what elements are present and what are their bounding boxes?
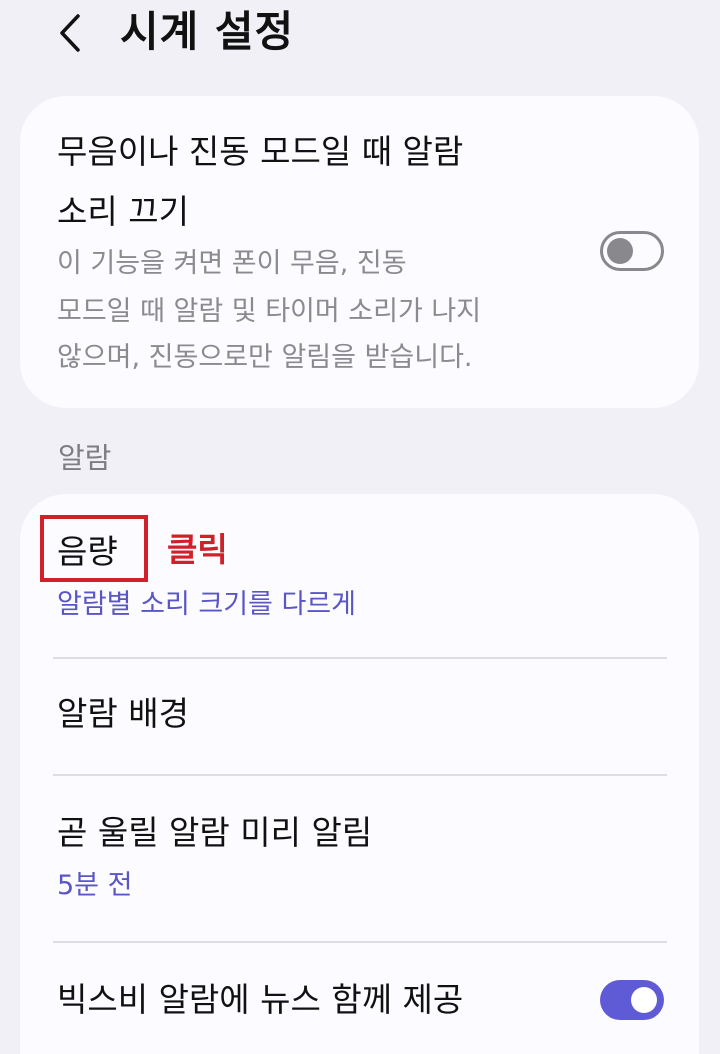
section-label-alarm: 알람 <box>58 441 112 475</box>
page-title: 시계 설정 <box>120 7 295 56</box>
bixby-news-row[interactable]: 빅스비 알람에 뉴스 함께 제공 <box>20 944 699 1054</box>
mute-alarm-desc-line3: 않으며, 진동으로만 알림을 받습니다. <box>57 342 473 373</box>
upcoming-alarm-row[interactable]: 곧 울릴 알람 미리 알림 5분 전 <box>20 777 699 941</box>
toggle-knob <box>631 987 657 1013</box>
upcoming-alarm-subtitle: 5분 전 <box>57 870 133 901</box>
toggle-knob <box>607 238 633 264</box>
chevron-left-icon <box>60 14 80 52</box>
mute-alarm-card[interactable]: 무음이나 진동 모드일 때 알람 소리 끄기 이 기능을 켜면 폰이 무음, 진… <box>20 96 699 408</box>
click-annotation: 클릭 <box>167 530 228 569</box>
mute-alarm-desc-line1: 이 기능을 켜면 폰이 무음, 진동 <box>57 248 407 279</box>
mute-alarm-desc-line2: 모드일 때 알람 및 타이머 소리가 나지 <box>57 296 482 327</box>
bixby-news-toggle[interactable] <box>600 980 664 1020</box>
highlight-box <box>40 515 148 582</box>
divider <box>53 941 667 943</box>
alarm-background-row[interactable]: 알람 배경 <box>20 660 699 773</box>
mute-alarm-title-line2: 소리 끄기 <box>57 192 189 231</box>
divider <box>53 657 667 659</box>
back-button[interactable] <box>50 6 90 60</box>
alarm-background-title: 알람 배경 <box>57 694 189 733</box>
volume-subtitle: 알람별 소리 크기를 다르게 <box>57 589 356 620</box>
mute-alarm-title-line1: 무음이나 진동 모드일 때 알람 <box>57 132 464 171</box>
bixby-news-title: 빅스비 알람에 뉴스 함께 제공 <box>57 980 464 1019</box>
upcoming-alarm-title: 곧 울릴 알람 미리 알림 <box>57 813 373 852</box>
divider <box>53 774 667 776</box>
mute-alarm-toggle[interactable] <box>600 231 664 271</box>
header: 시계 설정 <box>0 0 720 70</box>
